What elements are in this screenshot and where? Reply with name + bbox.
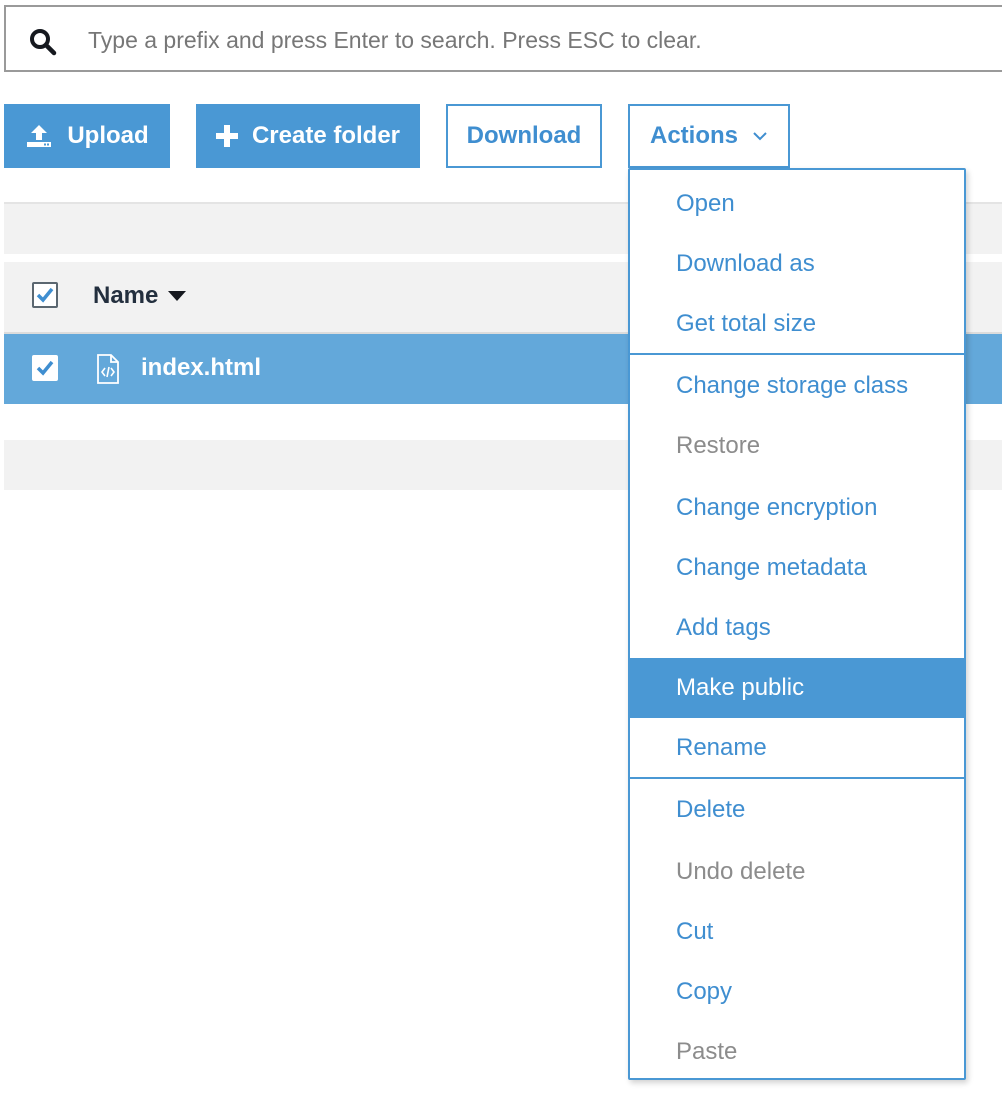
checkmark-icon bbox=[36, 360, 54, 376]
menu-item-get-total-size[interactable]: Get total size bbox=[630, 294, 964, 354]
upload-label: Upload bbox=[67, 122, 149, 149]
checkmark-icon bbox=[36, 287, 54, 303]
download-button[interactable]: Download bbox=[446, 104, 602, 168]
search-input[interactable] bbox=[86, 17, 990, 63]
menu-item-change-encryption[interactable]: Change encryption bbox=[630, 478, 964, 538]
plus-icon bbox=[215, 125, 238, 147]
select-all-checkbox[interactable] bbox=[32, 282, 58, 308]
menu-item-delete[interactable]: Delete bbox=[630, 780, 964, 840]
name-column-header[interactable]: Name bbox=[93, 282, 187, 310]
menu-item-add-tags[interactable]: Add tags bbox=[630, 598, 964, 658]
menu-item-open[interactable]: Open bbox=[630, 174, 964, 234]
menu-item-restore: Restore bbox=[676, 432, 761, 459]
menu-divider bbox=[630, 353, 964, 355]
search-icon bbox=[30, 29, 57, 56]
menu-item-copy[interactable]: Copy bbox=[630, 962, 964, 1022]
menu-item-cut[interactable]: Cut bbox=[630, 902, 964, 962]
upload-button[interactable]: Upload bbox=[4, 104, 170, 168]
sort-down-icon bbox=[168, 291, 187, 301]
file-name[interactable]: index.html bbox=[141, 354, 261, 382]
row-checkbox[interactable] bbox=[32, 355, 58, 381]
menu-item-change-metadata[interactable]: Change metadata bbox=[630, 538, 964, 598]
code-file-icon bbox=[97, 354, 119, 384]
chevron-down-icon bbox=[753, 132, 767, 141]
menu-item-download-as[interactable]: Download as bbox=[630, 234, 964, 294]
search-bar bbox=[4, 5, 1002, 72]
menu-item-paste: Paste bbox=[676, 1038, 738, 1065]
upload-icon bbox=[27, 125, 52, 147]
menu-item-make-public[interactable]: Make public bbox=[630, 658, 964, 718]
name-column-label: Name bbox=[93, 282, 159, 309]
menu-divider bbox=[630, 777, 964, 779]
menu-item-change-storage-class[interactable]: Change storage class bbox=[630, 356, 964, 416]
download-label: Download bbox=[466, 122, 582, 149]
actions-label: Actions bbox=[649, 122, 738, 149]
create-folder-label: Create folder bbox=[251, 122, 401, 149]
menu-item-rename[interactable]: Rename bbox=[630, 718, 964, 778]
actions-dropdown-button[interactable]: Actions bbox=[628, 104, 790, 168]
menu-item-undo-delete: Undo delete bbox=[676, 858, 806, 885]
actions-menu: Open Download as Get total size Change s… bbox=[628, 168, 966, 1080]
create-folder-button[interactable]: Create folder bbox=[196, 104, 420, 168]
